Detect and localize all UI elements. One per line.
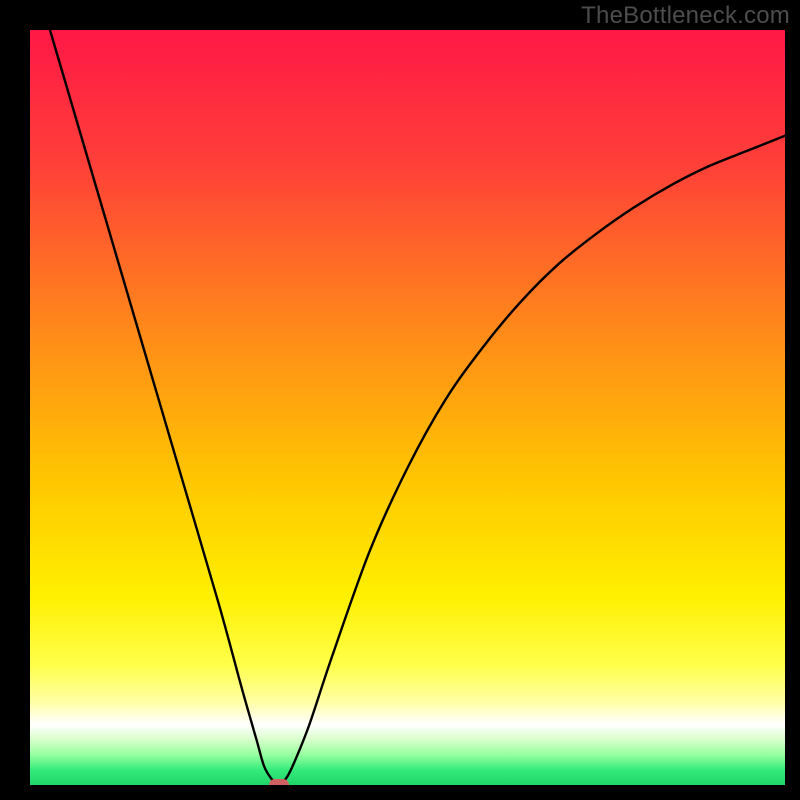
watermark-text: TheBottleneck.com: [581, 2, 790, 30]
plot-area: [30, 30, 785, 785]
bottleneck-curve: [30, 30, 785, 785]
chart-frame: TheBottleneck.com: [0, 0, 800, 800]
curve-path: [30, 30, 785, 785]
optimal-point-marker: [269, 779, 289, 785]
